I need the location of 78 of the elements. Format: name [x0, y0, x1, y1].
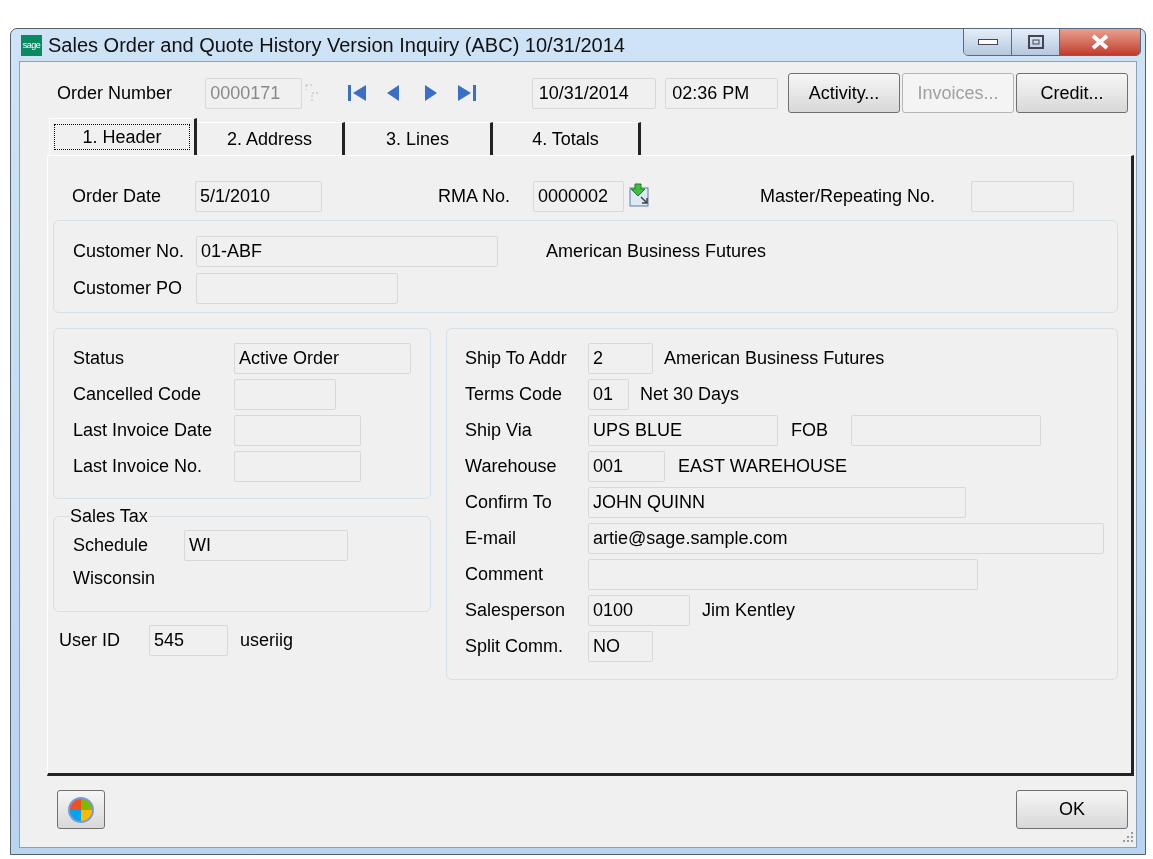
field-label: Confirm To — [465, 490, 553, 514]
field-label: Last Invoice No. — [73, 454, 204, 478]
close-icon — [1090, 34, 1110, 50]
help-button[interactable] — [57, 790, 105, 829]
last-record-button[interactable] — [455, 83, 478, 103]
order-date-field[interactable]: 5/1/2010 — [195, 180, 322, 212]
toolbar-button[interactable]: Credit... — [1016, 73, 1128, 113]
status-field[interactable]: Active Order — [234, 342, 411, 374]
shipping-field[interactable]: UPS BLUE — [588, 414, 779, 446]
master-repeating-field[interactable] — [971, 180, 1074, 212]
user-name: useriig — [240, 628, 294, 652]
shipping-field[interactable] — [588, 558, 979, 590]
next-record-button[interactable] — [423, 83, 438, 103]
field-description: American Business Futures — [664, 346, 885, 370]
field-label: Salesperson — [465, 598, 567, 622]
shipping-field[interactable]: 01 — [588, 378, 630, 410]
resize-grip-icon — [1120, 831, 1134, 845]
customer-field[interactable] — [196, 272, 398, 304]
app-logo: sage — [21, 34, 42, 56]
fob-field[interactable] — [851, 414, 1042, 446]
last-record-icon — [455, 83, 478, 103]
status-field[interactable] — [234, 378, 336, 410]
rma-field[interactable]: 0000002 — [533, 180, 624, 212]
previous-record-button[interactable] — [385, 83, 400, 103]
toolbar-button[interactable]: Activity... — [788, 73, 900, 113]
field-label: User ID — [59, 628, 121, 652]
customer-name: American Business Futures — [546, 239, 767, 263]
shipping-field[interactable]: JOHN QUINN — [588, 486, 967, 518]
field-label: Split Comm. — [465, 634, 565, 658]
previous-icon — [385, 83, 400, 103]
field-label: Customer PO — [73, 276, 184, 300]
field-label: Order Number — [57, 81, 174, 105]
tax-description: Wisconsin — [73, 567, 156, 590]
customer-field[interactable]: 01-ABF — [196, 235, 498, 267]
minimize-button[interactable] — [964, 29, 1012, 55]
field-description: Net 30 Days — [640, 382, 740, 406]
minimize-icon — [977, 39, 998, 45]
field-description: Jim Kentley — [702, 598, 796, 622]
field-label: FOB — [791, 418, 830, 442]
shipping-field[interactable]: 2 — [588, 342, 654, 374]
field-label: Warehouse — [465, 454, 558, 478]
next-icon — [423, 83, 438, 103]
shipping-field[interactable]: 001 — [588, 450, 666, 482]
status-field[interactable] — [234, 450, 361, 482]
field-label: Schedule — [73, 533, 150, 557]
ok-button[interactable]: OK — [1016, 790, 1128, 829]
windows-logo-icon — [67, 795, 95, 824]
field-label: Comment — [465, 562, 545, 586]
close-button[interactable] — [1060, 29, 1140, 55]
field-label: RMA No. — [438, 184, 512, 208]
field-label: Status — [73, 346, 126, 370]
maximize-icon — [1027, 35, 1044, 49]
status-field[interactable] — [234, 414, 361, 446]
field-label: Order Date — [72, 184, 163, 208]
tab[interactable]: 2. Address — [197, 122, 345, 155]
window-title: Sales Order and Quote History Version Inquiry (ABC) 10/31/2014 — [48, 33, 625, 58]
field-label: Ship Via — [465, 418, 533, 442]
tab[interactable]: 1. Header — [49, 118, 197, 155]
user-id-field[interactable]: 545 — [149, 624, 228, 656]
date-field[interactable]: 10/31/2014 — [531, 77, 657, 109]
shipping-field[interactable]: 0100 — [588, 594, 691, 626]
field-label: Cancelled Code — [73, 382, 203, 406]
field-label: Customer No. — [73, 239, 186, 263]
field-label: Master/Repeating No. — [760, 184, 937, 208]
first-record-icon — [345, 83, 368, 103]
time-field[interactable]: 02:36 PM — [665, 77, 778, 109]
field-label: Last Invoice Date — [73, 418, 214, 442]
tab[interactable]: 4. Totals — [493, 122, 641, 155]
first-record-button[interactable] — [345, 83, 368, 103]
shipping-field[interactable]: NO — [588, 630, 654, 662]
tab[interactable]: 3. Lines — [345, 122, 493, 155]
shipping-field[interactable]: artie@sage.sample.com — [588, 522, 1105, 554]
field-label: Terms Code — [465, 382, 564, 406]
tax-schedule-field[interactable]: WI — [184, 529, 348, 561]
field-description: EAST WAREHOUSE — [678, 454, 848, 478]
field-label: E-mail — [465, 526, 518, 550]
field-label: Ship To Addr — [465, 346, 568, 370]
maximize-button[interactable] — [1012, 29, 1060, 55]
